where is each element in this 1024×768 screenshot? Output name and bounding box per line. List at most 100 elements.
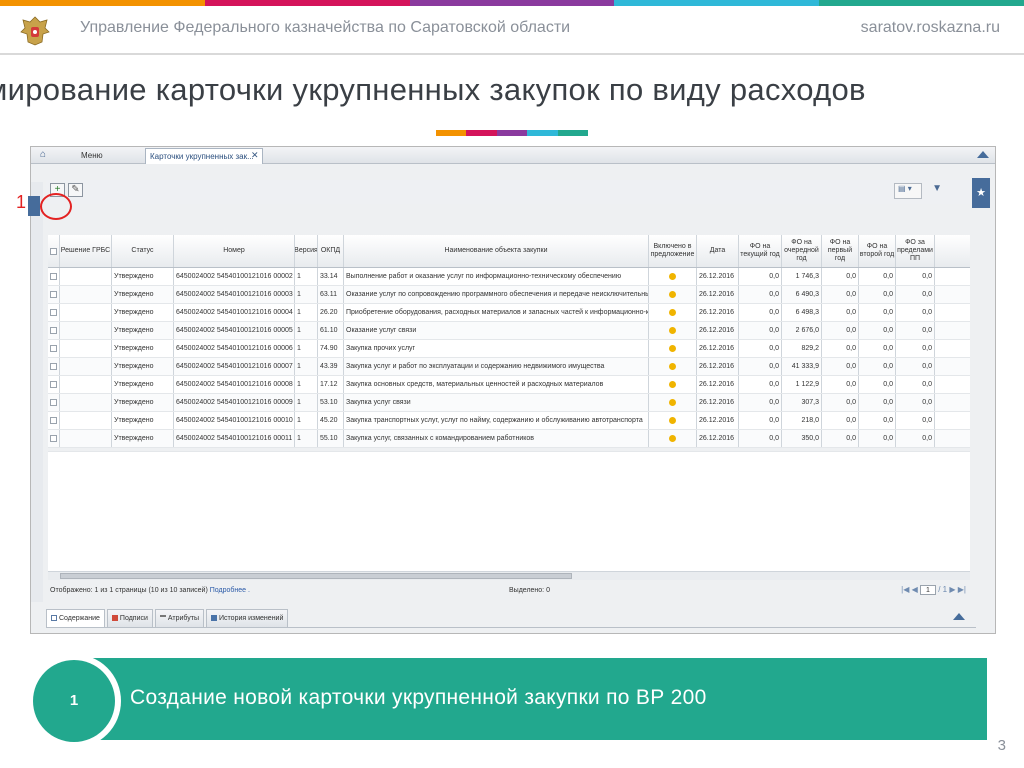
cell-number: 6450024002 54540100121016 00006 bbox=[174, 340, 295, 357]
more-link[interactable]: Подробнее . bbox=[210, 587, 250, 594]
cell-status: Утверждено bbox=[112, 412, 174, 429]
tab-content[interactable]: Содержание bbox=[46, 609, 105, 628]
next-page-icon[interactable]: ▶ bbox=[949, 585, 955, 594]
col-header-included[interactable]: Включено в предложение bbox=[649, 235, 697, 267]
cell-version: 1 bbox=[295, 430, 318, 447]
col-header-okpd[interactable]: ОКПД bbox=[318, 235, 344, 267]
table-row[interactable]: Утверждено 6450024002 54540100121016 000… bbox=[48, 322, 970, 340]
table-row[interactable]: Утверждено 6450024002 54540100121016 000… bbox=[48, 376, 970, 394]
row-checkbox[interactable] bbox=[48, 304, 60, 321]
row-checkbox[interactable] bbox=[48, 394, 60, 411]
cell-fo-next: 829,2 bbox=[782, 340, 822, 357]
cell-fo-pp: 0,0 bbox=[896, 304, 935, 321]
home-icon[interactable]: ⌂ bbox=[40, 150, 50, 160]
included-status-icon bbox=[669, 417, 676, 424]
cell-fo-pp: 0,0 bbox=[896, 358, 935, 375]
cell-version: 1 bbox=[295, 322, 318, 339]
cell-fo-next: 6 490,3 bbox=[782, 286, 822, 303]
tab-attributes[interactable]: Атрибуты bbox=[154, 609, 205, 628]
table-row[interactable]: Утверждено 6450024002 54540100121016 000… bbox=[48, 430, 970, 448]
col-header-overflow bbox=[935, 235, 965, 267]
cell-status: Утверждено bbox=[112, 376, 174, 393]
cell-included bbox=[649, 340, 697, 357]
app-tab-bar: ⌂ Меню Карточки укрупненных зак... ✕ bbox=[31, 147, 995, 164]
cell-fo-first: 0,0 bbox=[822, 394, 859, 411]
col-header-name[interactable]: Наименование объекта закупки bbox=[344, 235, 649, 267]
cell-status: Утверждено bbox=[112, 394, 174, 411]
table-row[interactable]: Утверждено 6450024002 54540100121016 000… bbox=[48, 286, 970, 304]
row-checkbox[interactable] bbox=[48, 430, 60, 447]
cell-fo-pp: 0,0 bbox=[896, 286, 935, 303]
tab-history[interactable]: История изменений bbox=[206, 609, 289, 628]
cell-fo-first: 0,0 bbox=[822, 430, 859, 447]
table-row[interactable]: Утверждено 6450024002 54540100121016 000… bbox=[48, 268, 970, 286]
cell-reshenie bbox=[60, 322, 112, 339]
cell-number: 6450024002 54540100121016 00011 bbox=[174, 430, 295, 447]
row-checkbox[interactable] bbox=[48, 376, 60, 393]
col-header-fo-next[interactable]: ФО на очередной год bbox=[782, 235, 822, 267]
annotation-circle bbox=[40, 193, 72, 220]
tab-menu[interactable]: Меню bbox=[81, 151, 103, 160]
horizontal-scrollbar[interactable] bbox=[48, 571, 970, 580]
col-header-fo-second[interactable]: ФО на второй год bbox=[859, 235, 896, 267]
col-header-status[interactable]: Статус bbox=[112, 235, 174, 267]
table-row[interactable]: Утверждено 6450024002 54540100121016 000… bbox=[48, 358, 970, 376]
cell-name: Приобретение оборудования, расходных мат… bbox=[344, 304, 649, 321]
edit-icon[interactable]: ✎ bbox=[68, 183, 83, 197]
col-header-number[interactable]: Номер bbox=[174, 235, 295, 267]
cell-date: 26.12.2016 bbox=[697, 358, 739, 375]
cell-name: Закупка услуг, связанных с командировани… bbox=[344, 430, 649, 447]
row-checkbox[interactable] bbox=[48, 286, 60, 303]
table-row[interactable]: Утверждено 6450024002 54540100121016 000… bbox=[48, 394, 970, 412]
cell-date: 26.12.2016 bbox=[697, 430, 739, 447]
table-row[interactable]: Утверждено 6450024002 54540100121016 000… bbox=[48, 340, 970, 358]
header-site-link[interactable]: saratov.roskazna.ru bbox=[861, 19, 1000, 37]
col-header-fo-current[interactable]: ФО на текущий год bbox=[739, 235, 782, 267]
cell-fo-next: 218,0 bbox=[782, 412, 822, 429]
col-header-fo-pp[interactable]: ФО за пределами ПП bbox=[896, 235, 935, 267]
cell-name: Закупка услуг связи bbox=[344, 394, 649, 411]
scrollbar-thumb[interactable] bbox=[60, 573, 572, 579]
cell-fo-second: 0,0 bbox=[859, 304, 896, 321]
close-icon[interactable]: ✕ bbox=[251, 150, 259, 161]
cell-number: 6450024002 54540100121016 00002 bbox=[174, 268, 295, 285]
row-checkbox[interactable] bbox=[48, 322, 60, 339]
filter-icon[interactable]: ▼ bbox=[932, 183, 942, 194]
row-checkbox[interactable] bbox=[48, 358, 60, 375]
last-page-icon[interactable]: ▶| bbox=[958, 585, 966, 594]
cell-overflow bbox=[935, 412, 965, 429]
col-header-date[interactable]: Дата bbox=[697, 235, 739, 267]
cell-okpd: 53.10 bbox=[318, 394, 344, 411]
col-header-version[interactable]: Версия bbox=[295, 235, 318, 267]
cell-overflow bbox=[935, 376, 965, 393]
prev-page-icon[interactable]: ◀ bbox=[912, 585, 918, 594]
cell-status: Утверждено bbox=[112, 286, 174, 303]
row-checkbox[interactable] bbox=[48, 412, 60, 429]
collapse-up-icon[interactable] bbox=[953, 613, 965, 620]
cell-date: 26.12.2016 bbox=[697, 322, 739, 339]
cell-overflow bbox=[935, 322, 965, 339]
collapse-up-icon[interactable] bbox=[977, 151, 989, 158]
tab-signatures[interactable]: Подписи bbox=[106, 609, 153, 628]
col-header-reshenie[interactable]: Решение ГРБС bbox=[60, 235, 112, 267]
row-checkbox[interactable] bbox=[48, 340, 60, 357]
row-checkbox[interactable] bbox=[48, 268, 60, 285]
cell-status: Утверждено bbox=[112, 268, 174, 285]
select-all-checkbox[interactable] bbox=[48, 235, 60, 267]
cell-fo-second: 0,0 bbox=[859, 340, 896, 357]
included-status-icon bbox=[669, 345, 676, 352]
tab-procurement-cards[interactable]: Карточки укрупненных зак... bbox=[145, 148, 263, 164]
tab-content-label: Содержание bbox=[59, 615, 100, 622]
cell-fo-current: 0,0 bbox=[739, 286, 782, 303]
cell-fo-current: 0,0 bbox=[739, 358, 782, 375]
col-header-fo-first[interactable]: ФО на первый год bbox=[822, 235, 859, 267]
grid-settings-icon[interactable]: ▤ ▾ bbox=[894, 183, 922, 199]
cell-included bbox=[649, 412, 697, 429]
cell-version: 1 bbox=[295, 412, 318, 429]
cell-included bbox=[649, 394, 697, 411]
favorites-star-icon[interactable]: ★ bbox=[972, 178, 990, 208]
first-page-icon[interactable]: |◀ bbox=[901, 585, 909, 594]
page-input[interactable]: 1 bbox=[920, 585, 936, 595]
table-row[interactable]: Утверждено 6450024002 54540100121016 000… bbox=[48, 304, 970, 322]
table-row[interactable]: Утверждено 6450024002 54540100121016 000… bbox=[48, 412, 970, 430]
